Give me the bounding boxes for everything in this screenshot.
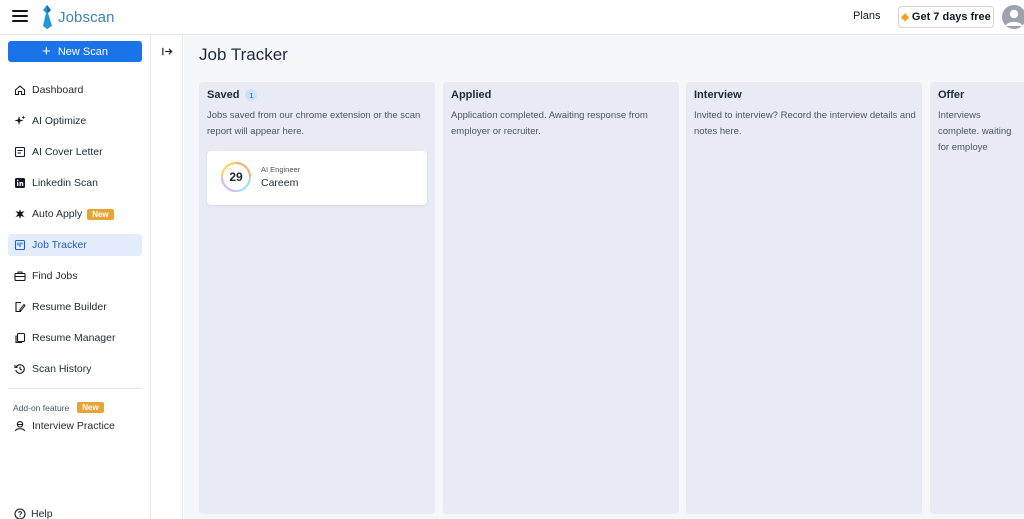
column-description: Interviews complete. waiting for employe bbox=[938, 110, 1012, 153]
column-title-text: Saved bbox=[207, 89, 240, 101]
sidebar-item-label: Find Jobs bbox=[32, 270, 78, 282]
match-score: 29 bbox=[229, 170, 243, 184]
sidebar-item-interview-practice[interactable]: Interview Practice bbox=[8, 415, 142, 437]
column-interview: Interview Invited to interview? Record t… bbox=[686, 82, 922, 514]
sidebar-item-label: Auto Apply bbox=[32, 208, 83, 220]
new-badge: New bbox=[77, 402, 104, 413]
sidebar-divider bbox=[8, 388, 142, 389]
top-bar: Jobscan Plans ◆ Get 7 days free bbox=[0, 0, 1024, 35]
plans-link[interactable]: Plans bbox=[853, 10, 881, 22]
sidebar-item-ai-cover-letter[interactable]: AI Cover Letter bbox=[8, 141, 142, 163]
logo-text: Jobscan bbox=[58, 8, 115, 26]
sidebar-item-scan-history[interactable]: Scan History bbox=[8, 358, 142, 380]
collapse-strip bbox=[151, 35, 183, 519]
sidebar-item-label: Interview Practice bbox=[32, 420, 115, 432]
column-description: Application completed. Awaiting response… bbox=[451, 110, 648, 137]
diamond-icon: ◆ bbox=[901, 11, 909, 23]
avatar[interactable] bbox=[1002, 5, 1024, 29]
auto-apply-icon bbox=[14, 208, 26, 220]
count-badge: 1 bbox=[245, 89, 258, 101]
job-company: Careem bbox=[261, 177, 299, 189]
free-trial-button[interactable]: ◆ Get 7 days free bbox=[898, 6, 994, 28]
linkedin-icon bbox=[14, 177, 26, 189]
copy-icon bbox=[14, 332, 26, 344]
sidebar-item-label: AI Cover Letter bbox=[32, 146, 103, 158]
sparkle-icon bbox=[14, 115, 26, 127]
page-title: Job Tracker bbox=[199, 45, 288, 64]
column-saved: Saved 1 Jobs saved from our chrome exten… bbox=[199, 82, 435, 514]
job-card[interactable]: 29 AI Engineer Careem bbox=[207, 151, 427, 205]
free-trial-label: Get 7 days free bbox=[911, 11, 991, 23]
sidebar-item-resume-manager[interactable]: Resume Manager bbox=[8, 327, 142, 349]
history-icon bbox=[14, 363, 26, 375]
column-title: Offer bbox=[938, 89, 965, 101]
column-description: Invited to interview? Record the intervi… bbox=[694, 110, 916, 137]
expand-sidebar-icon[interactable] bbox=[160, 44, 174, 58]
sidebar-item-find-jobs[interactable]: Find Jobs bbox=[8, 265, 142, 287]
logo-icon bbox=[43, 5, 52, 29]
main-content: Job Tracker Saved 1 Jobs saved from our … bbox=[184, 35, 1024, 519]
new-scan-label: New Scan bbox=[57, 45, 108, 58]
column-title: Saved 1 bbox=[207, 89, 258, 101]
logo[interactable]: Jobscan bbox=[40, 3, 115, 31]
interview-icon bbox=[14, 420, 26, 432]
help-link[interactable]: Help bbox=[14, 508, 53, 519]
help-label: Help bbox=[31, 508, 53, 519]
addon-text: Add-on feature bbox=[13, 402, 70, 413]
sidebar-item-label: Linkedin Scan bbox=[32, 177, 98, 189]
sidebar-item-resume-builder[interactable]: Resume Builder bbox=[8, 296, 142, 318]
sidebar-item-job-tracker[interactable]: Job Tracker bbox=[8, 234, 142, 256]
edit-document-icon bbox=[14, 301, 26, 313]
briefcase-icon bbox=[14, 270, 26, 282]
letter-icon bbox=[14, 146, 26, 158]
sidebar-item-label: AI Optimize bbox=[32, 115, 87, 127]
sidebar-item-ai-optimize[interactable]: AI Optimize bbox=[8, 110, 142, 132]
sidebar: + New Scan Dashboard AI Optimize AI Cove… bbox=[0, 35, 151, 519]
sidebar-item-label: Resume Manager bbox=[32, 332, 116, 344]
sidebar-item-label: Job Tracker bbox=[32, 239, 87, 251]
column-offer: Offer Interviews complete. waiting for e… bbox=[930, 82, 1024, 514]
home-icon bbox=[14, 84, 26, 96]
user-icon bbox=[1005, 9, 1023, 26]
menu-icon[interactable] bbox=[12, 10, 28, 24]
tracker-icon bbox=[14, 239, 26, 251]
new-badge: New bbox=[87, 208, 114, 220]
sidebar-item-linkedin-scan[interactable]: Linkedin Scan bbox=[8, 172, 142, 194]
job-role: AI Engineer bbox=[261, 165, 301, 174]
sidebar-item-label: Dashboard bbox=[32, 84, 84, 96]
sidebar-item-auto-apply[interactable]: Auto Apply New bbox=[8, 203, 142, 225]
column-title: Interview bbox=[694, 89, 742, 101]
sidebar-item-dashboard[interactable]: Dashboard bbox=[8, 79, 142, 101]
column-applied: Applied Application completed. Awaiting … bbox=[443, 82, 679, 514]
plus-icon: + bbox=[42, 43, 51, 60]
sidebar-item-label: Resume Builder bbox=[32, 301, 107, 313]
help-icon bbox=[14, 508, 26, 519]
new-scan-button[interactable]: + New Scan bbox=[8, 41, 142, 62]
addon-label: Add-on feature New bbox=[13, 402, 104, 413]
sidebar-item-label: Scan History bbox=[32, 363, 92, 375]
column-title: Applied bbox=[451, 89, 492, 101]
column-description: Jobs saved from our chrome extension or … bbox=[207, 110, 421, 137]
